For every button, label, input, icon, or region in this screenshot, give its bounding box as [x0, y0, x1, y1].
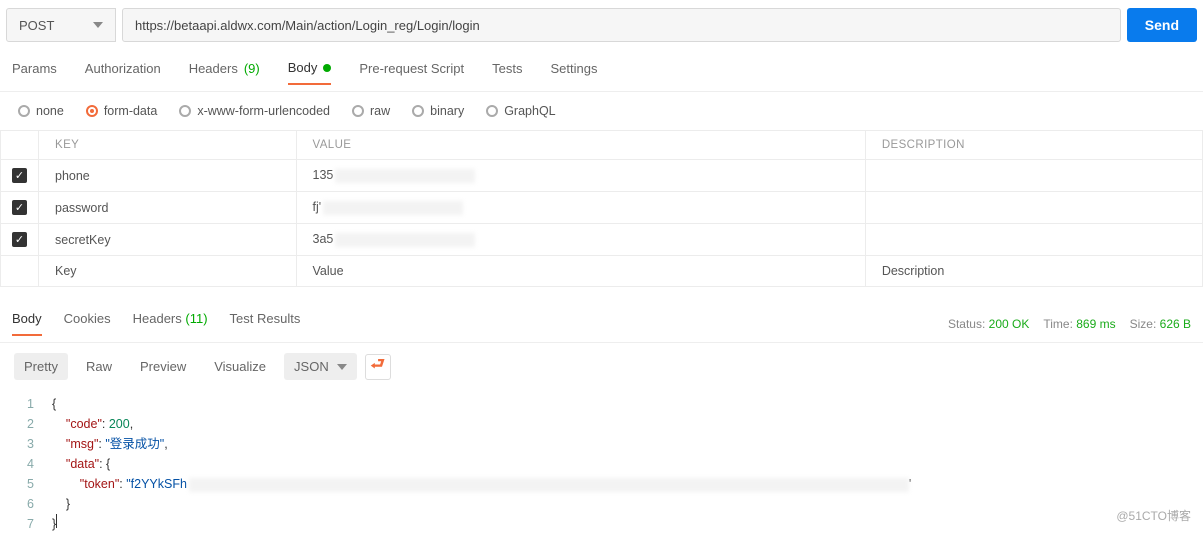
- chevron-down-icon: [93, 22, 103, 28]
- radio-icon: [412, 105, 424, 117]
- tab-headers[interactable]: Headers (9): [189, 60, 260, 85]
- tab-authorization[interactable]: Authorization: [85, 60, 161, 85]
- radio-icon: [179, 105, 191, 117]
- radio-icon: [486, 105, 498, 117]
- radio-xwww[interactable]: x-www-form-urlencoded: [179, 104, 330, 118]
- value-cell[interactable]: fj': [296, 192, 865, 224]
- col-header-key: KEY: [39, 131, 297, 160]
- tab-body[interactable]: Body: [288, 60, 332, 85]
- key-cell[interactable]: secretKey: [39, 224, 297, 256]
- watermark-text: @51CTO博客: [1116, 507, 1191, 524]
- checkbox-header: [1, 131, 39, 160]
- status-value: 200 OK: [989, 317, 1030, 331]
- table-row: ✓ secretKey 3a5: [1, 224, 1203, 256]
- col-header-description: DESCRIPTION: [865, 131, 1202, 160]
- response-meta: Status: 200 OK Time: 869 ms Size: 626 B: [948, 317, 1191, 331]
- chevron-down-icon: [337, 364, 347, 370]
- size-label: Size:: [1130, 317, 1157, 331]
- obscured-value: [323, 201, 463, 215]
- view-preview-button[interactable]: Preview: [130, 353, 196, 380]
- dot-indicator-icon: [323, 64, 331, 72]
- obscured-value: [335, 233, 475, 247]
- key-placeholder[interactable]: Key: [39, 256, 297, 287]
- radio-form-data[interactable]: form-data: [86, 104, 158, 118]
- table-row: ✓ password fj': [1, 192, 1203, 224]
- tab-params[interactable]: Params: [12, 60, 57, 85]
- view-visualize-button[interactable]: Visualize: [204, 353, 276, 380]
- response-tab-cookies[interactable]: Cookies: [64, 311, 111, 336]
- key-cell[interactable]: password: [39, 192, 297, 224]
- tab-settings[interactable]: Settings: [550, 60, 597, 85]
- table-row: ✓ phone 135: [1, 160, 1203, 192]
- table-row-placeholder: Key Value Description: [1, 256, 1203, 287]
- radio-none[interactable]: none: [18, 104, 64, 118]
- radio-raw-label: raw: [370, 104, 390, 118]
- description-cell[interactable]: [865, 160, 1202, 192]
- body-type-radio-group: none form-data x-www-form-urlencoded raw…: [0, 92, 1203, 130]
- radio-icon: [18, 105, 30, 117]
- checkbox-icon[interactable]: ✓: [12, 200, 27, 215]
- send-button[interactable]: Send: [1127, 8, 1197, 42]
- radio-xwww-label: x-www-form-urlencoded: [197, 104, 330, 118]
- http-method-label: POST: [19, 18, 54, 33]
- request-tabs: Params Authorization Headers (9) Body Pr…: [0, 42, 1203, 92]
- form-data-table: KEY VALUE DESCRIPTION ✓ phone 135 ✓ pass…: [0, 130, 1203, 287]
- format-select[interactable]: JSON: [284, 353, 357, 380]
- col-header-value: VALUE: [296, 131, 865, 160]
- value-cell[interactable]: 135: [296, 160, 865, 192]
- view-raw-button[interactable]: Raw: [76, 353, 122, 380]
- url-input[interactable]: [122, 8, 1121, 42]
- response-tab-body[interactable]: Body: [12, 311, 42, 336]
- key-cell[interactable]: phone: [39, 160, 297, 192]
- radio-binary[interactable]: binary: [412, 104, 464, 118]
- response-headers-count: (11): [185, 311, 207, 326]
- radio-raw[interactable]: raw: [352, 104, 390, 118]
- obscured-value: [335, 169, 475, 183]
- format-label: JSON: [294, 359, 329, 374]
- checkbox-icon[interactable]: ✓: [12, 168, 27, 183]
- view-pretty-button[interactable]: Pretty: [14, 353, 68, 380]
- description-placeholder[interactable]: Description: [865, 256, 1202, 287]
- response-tab-tests[interactable]: Test Results: [230, 311, 301, 336]
- tab-tests[interactable]: Tests: [492, 60, 522, 85]
- description-cell[interactable]: [865, 224, 1202, 256]
- headers-count-badge: (9): [244, 61, 260, 76]
- http-method-select[interactable]: POST: [6, 8, 116, 42]
- time-label: Time:: [1043, 317, 1073, 331]
- size-value: 626 B: [1160, 317, 1191, 331]
- radio-graphql[interactable]: GraphQL: [486, 104, 555, 118]
- wrap-lines-icon[interactable]: ⮐: [365, 354, 391, 380]
- radio-graphql-label: GraphQL: [504, 104, 555, 118]
- obscured-token: [189, 478, 909, 492]
- checkbox-icon[interactable]: ✓: [12, 232, 27, 247]
- status-label: Status:: [948, 317, 985, 331]
- time-value: 869 ms: [1076, 317, 1115, 331]
- tab-body-label: Body: [288, 60, 318, 75]
- value-placeholder[interactable]: Value: [296, 256, 865, 287]
- value-cell[interactable]: 3a5: [296, 224, 865, 256]
- response-body-code[interactable]: 1{ 2 "code": 200, 3 "msg": "登录成功", 4 "da…: [0, 390, 1203, 548]
- response-toolbar: Pretty Raw Preview Visualize JSON ⮐: [0, 343, 1203, 390]
- tab-headers-label: Headers: [189, 61, 238, 76]
- response-tab-headers-label: Headers: [133, 311, 182, 326]
- radio-none-label: none: [36, 104, 64, 118]
- tab-prerequest[interactable]: Pre-request Script: [359, 60, 464, 85]
- response-tab-headers[interactable]: Headers (11): [133, 311, 208, 336]
- radio-icon: [352, 105, 364, 117]
- radio-icon: [86, 105, 98, 117]
- radio-form-data-label: form-data: [104, 104, 158, 118]
- description-cell[interactable]: [865, 192, 1202, 224]
- response-tabs: Body Cookies Headers (11) Test Results: [12, 311, 300, 336]
- radio-binary-label: binary: [430, 104, 464, 118]
